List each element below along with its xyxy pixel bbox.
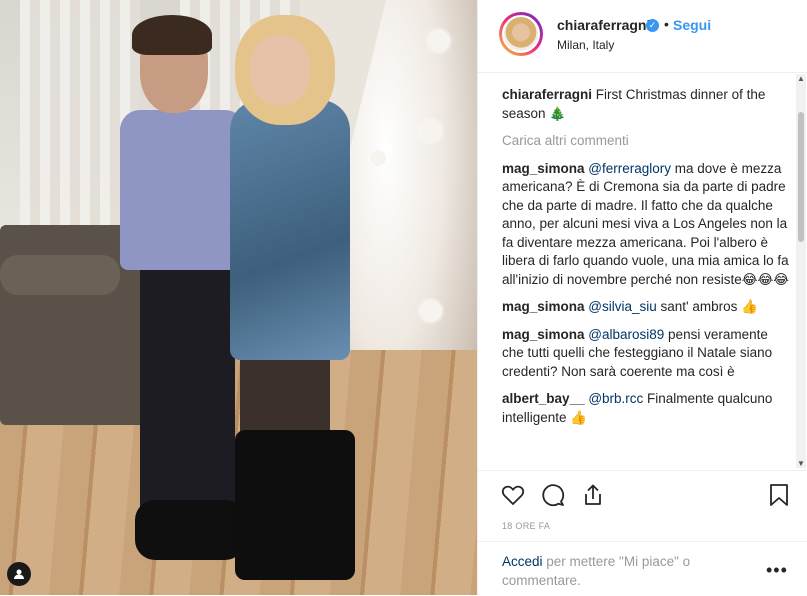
scroll-down-arrow-icon[interactable]: ▼ <box>797 459 805 468</box>
add-comment-section: Accedi per mettere "Mi piace" o commenta… <box>478 541 807 596</box>
comment-mention[interactable]: @silvia_siu <box>588 299 656 314</box>
ornament <box>420 120 442 142</box>
bookmark-icon[interactable] <box>766 482 792 508</box>
comment-username[interactable]: albert_bay__ <box>502 391 585 406</box>
share-icon[interactable] <box>580 482 606 508</box>
scrollbar-thumb[interactable] <box>798 112 804 242</box>
comment-username[interactable]: mag_simona <box>502 161 585 176</box>
ornament <box>370 150 386 166</box>
comment: mag_simona @silvia_siu sant' ambros 👍 <box>502 298 790 317</box>
man-shirt <box>120 110 245 270</box>
post-photo[interactable] <box>0 0 477 595</box>
verified-icon: ✓ <box>646 19 659 32</box>
comment-icon[interactable] <box>540 482 566 508</box>
login-link[interactable]: Accedi <box>502 554 543 569</box>
comment-username[interactable]: mag_simona <box>502 299 585 314</box>
post-timestamp: 18 ORE FA <box>502 521 551 531</box>
ornament <box>420 300 442 322</box>
sofa-cushion <box>0 255 120 295</box>
woman-dress <box>230 100 350 360</box>
heart-icon[interactable] <box>500 482 526 508</box>
comment: mag_simona @albarosi89 pensi veramente c… <box>502 326 790 382</box>
comment: albert_bay__ @brb.rcc Finalmente qualcun… <box>502 390 790 427</box>
comments-scrollbar[interactable]: ▲ ▼ <box>796 74 806 468</box>
caption-username[interactable]: chiaraferragni <box>502 87 592 102</box>
location-link[interactable]: Milan, Italy <box>557 38 614 52</box>
comment-text: sant' ambros 👍 <box>656 299 758 314</box>
post-header: chiaraferragni ✓ • Segui Milan, Italy <box>478 0 807 73</box>
woman-face <box>250 35 310 105</box>
comment-mention[interactable]: @brb.rcc <box>588 391 643 406</box>
user-tag-icon[interactable] <box>7 562 31 586</box>
post-actions <box>478 470 807 519</box>
follow-button[interactable]: Segui <box>673 17 711 33</box>
load-more-comments[interactable]: Carica altri commenti <box>502 132 790 151</box>
avatar-story-ring[interactable] <box>499 12 543 56</box>
comment-mention[interactable]: @ferreraglory <box>588 161 671 176</box>
comment-mention[interactable]: @albarosi89 <box>588 327 664 342</box>
scroll-up-arrow-icon[interactable]: ▲ <box>797 74 805 83</box>
ornament <box>428 30 450 52</box>
man-trousers <box>140 265 235 525</box>
caption: chiaraferragni First Christmas dinner of… <box>502 86 790 123</box>
woman-boots <box>235 430 355 580</box>
post-sidebar: chiaraferragni ✓ • Segui Milan, Italy ch… <box>477 0 807 595</box>
comments-list[interactable]: chiaraferragni First Christmas dinner of… <box>502 86 790 470</box>
avatar[interactable] <box>502 15 540 53</box>
more-options-icon[interactable]: ••• <box>766 560 788 581</box>
man-hair <box>132 15 212 55</box>
comment-username[interactable]: mag_simona <box>502 327 585 342</box>
comment-text: ma dove è mezza americana? È di Cremona … <box>502 160 790 287</box>
separator-dot: • <box>664 16 669 32</box>
comment: mag_simona @ferreraglory ma dove è mezza… <box>502 160 790 290</box>
post-username[interactable]: chiaraferragni <box>557 17 650 33</box>
login-prompt: Accedi per mettere "Mi piace" o commenta… <box>502 553 742 590</box>
man-shoes <box>135 500 245 560</box>
